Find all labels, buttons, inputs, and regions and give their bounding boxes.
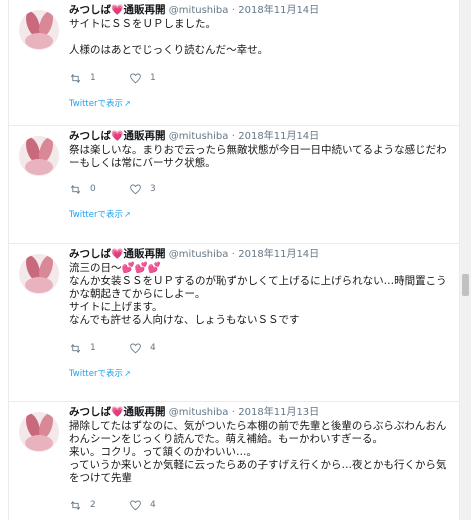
view-on-twitter-link[interactable]: Twitterで表示 ↗ — [69, 97, 453, 110]
tweet-date[interactable]: 2018年11月14日 — [238, 131, 319, 142]
tweet-date[interactable]: 2018年11月13日 — [238, 407, 319, 418]
external-link-icon: ↗ — [124, 209, 131, 219]
scrollbar-thumb[interactable] — [462, 274, 469, 296]
pink-heart-emoji: 💗 — [111, 249, 124, 260]
like-button[interactable]: 3 — [129, 183, 189, 196]
like-count: 3 — [150, 184, 156, 194]
user-name-suffix[interactable]: 通販再開 — [123, 248, 165, 260]
tweet-text-body: なんか女装ＳＳをＵＰするのが恥ずかしくて上げるに上げられない…時間置こうかな朝起… — [69, 275, 447, 326]
rabbit-avatar-image — [19, 254, 59, 294]
retweet-count: 2 — [90, 500, 96, 510]
user-name[interactable]: みつしば — [69, 130, 111, 142]
user-name[interactable]: みつしば — [69, 248, 111, 260]
user-name-suffix[interactable]: 通販再開 — [123, 406, 165, 418]
tweet[interactable]: みつしば💗通販再開 @mitushiba · 2018年11月14日 祭は楽しい… — [9, 126, 459, 244]
retweet-icon — [70, 184, 81, 194]
tweet[interactable]: みつしば💗通販再開 @mitushiba · 2018年11月14日 サイトにＳ… — [9, 0, 459, 126]
pink-heart-emoji: 💗 — [111, 407, 124, 418]
separator-dot: · — [231, 249, 235, 260]
retweet-count: 1 — [90, 343, 96, 353]
like-count: 4 — [150, 500, 156, 510]
heart-outline-icon — [130, 72, 141, 83]
tweet-header: みつしば💗通販再開 @mitushiba · 2018年11月13日 — [69, 402, 453, 419]
retweet-button[interactable]: 0 — [69, 183, 129, 196]
tweet-date[interactable]: 2018年11月14日 — [238, 5, 319, 16]
two-hearts-emoji: 💕💕💕 — [121, 262, 161, 274]
tweet-date[interactable]: 2018年11月14日 — [238, 249, 319, 260]
external-link-icon: ↗ — [124, 98, 131, 108]
user-name[interactable]: みつしば — [69, 406, 111, 418]
retweet-button[interactable]: 1 — [69, 72, 129, 85]
heart-outline-icon — [130, 342, 141, 353]
user-name[interactable]: みつしば — [69, 4, 111, 16]
user-handle[interactable]: @mitushiba — [169, 249, 229, 260]
tweet-text-first-line: 流三の日〜 — [69, 262, 122, 274]
avatar[interactable] — [19, 412, 59, 452]
tweet-actions: 0 3 — [69, 182, 453, 196]
avatar[interactable] — [19, 136, 59, 176]
view-on-twitter-link[interactable]: Twitterで表示 ↗ — [69, 367, 453, 380]
view-on-twitter-label[interactable]: Twitterで表示 — [69, 367, 123, 379]
tweet-text: 流三の日〜💕💕💕 なんか女装ＳＳをＵＰするのが恥ずかしくて上げるに上げられない…… — [69, 262, 453, 327]
tweet-timeline[interactable]: みつしば💗通販再開 @mitushiba · 2018年11月14日 サイトにＳ… — [8, 0, 460, 520]
tweet[interactable]: みつしば💗通販再開 @mitushiba · 2018年11月13日 掃除してた… — [9, 402, 459, 512]
tweet-header: みつしば💗通販再開 @mitushiba · 2018年11月14日 — [69, 126, 453, 143]
retweet-icon — [70, 500, 81, 510]
tweet[interactable]: みつしば💗通販再開 @mitushiba · 2018年11月14日 流三の日〜… — [9, 244, 459, 402]
separator-dot: · — [231, 5, 235, 16]
heart-outline-icon — [130, 499, 141, 510]
rabbit-avatar-image — [19, 10, 59, 50]
tweet-actions: 1 1 — [69, 71, 453, 85]
user-handle[interactable]: @mitushiba — [169, 407, 229, 418]
separator-dot: · — [231, 131, 235, 142]
tweet-header: みつしば💗通販再開 @mitushiba · 2018年11月14日 — [69, 244, 453, 261]
rabbit-avatar-image — [19, 412, 59, 452]
user-name-suffix[interactable]: 通販再開 — [123, 4, 165, 16]
retweet-button[interactable]: 1 — [69, 342, 129, 355]
view-on-twitter-label[interactable]: Twitterで表示 — [69, 97, 123, 109]
tweet-header: みつしば💗通販再開 @mitushiba · 2018年11月14日 — [69, 0, 453, 17]
user-handle[interactable]: @mitushiba — [169, 5, 229, 16]
like-button[interactable]: 4 — [129, 499, 189, 512]
retweet-count: 0 — [90, 184, 96, 194]
retweet-count: 1 — [90, 73, 96, 83]
tweet-actions: 1 4 — [69, 341, 453, 355]
rabbit-avatar-image — [19, 136, 59, 176]
retweet-button[interactable]: 2 — [69, 499, 129, 512]
retweet-icon — [70, 343, 81, 353]
avatar[interactable] — [19, 254, 59, 294]
tweet-text: サイトにＳＳをＵＰしました。 人様のはあとでじっくり読むんだ〜幸せ。 — [69, 18, 269, 56]
retweet-icon — [70, 73, 81, 83]
user-name-suffix[interactable]: 通販再開 — [123, 130, 165, 142]
tweet-actions: 2 4 — [69, 498, 453, 512]
pink-heart-emoji: 💗 — [111, 5, 124, 16]
pink-heart-emoji: 💗 — [111, 131, 124, 142]
view-on-twitter-link[interactable]: Twitterで表示 ↗ — [69, 208, 453, 221]
separator-dot: · — [231, 407, 235, 418]
like-button[interactable]: 1 — [129, 72, 189, 85]
heart-outline-icon — [130, 183, 141, 194]
user-handle[interactable]: @mitushiba — [169, 131, 229, 142]
view-on-twitter-label[interactable]: Twitterで表示 — [69, 208, 123, 220]
avatar[interactable] — [19, 10, 59, 50]
scrollbar[interactable] — [460, 0, 471, 520]
external-link-icon: ↗ — [124, 368, 131, 378]
tweet-text: 祭は楽しいな。まりおで云ったら無敵状態が今日一日中続いてるような感じだわーもしく… — [69, 144, 447, 169]
like-count: 1 — [150, 73, 156, 83]
like-count: 4 — [150, 343, 156, 353]
tweet-text: 掃除してたはずなのに、気がついたら本棚の前で先輩と後輩のらぶらぶわんおんわんシー… — [69, 420, 447, 484]
like-button[interactable]: 4 — [129, 342, 189, 355]
